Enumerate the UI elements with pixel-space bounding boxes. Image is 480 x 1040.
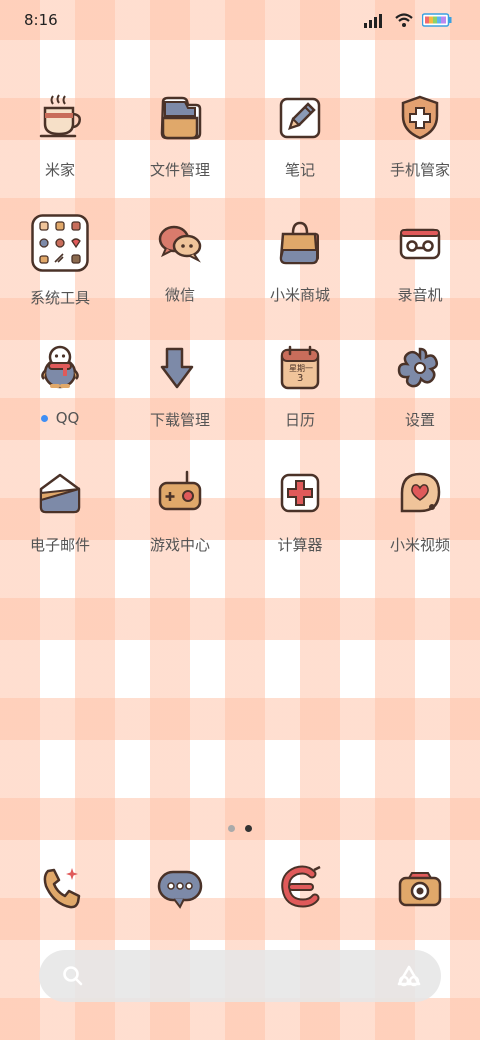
calculator-plus-icon bbox=[274, 467, 326, 519]
app-label: 微信 bbox=[164, 286, 195, 304]
app-label: 手机管家 bbox=[389, 161, 450, 179]
status-bar: 8:16 bbox=[0, 0, 480, 42]
penguin-icon bbox=[34, 342, 86, 394]
signal-icon bbox=[364, 14, 382, 28]
app-label: 录音机 bbox=[397, 286, 443, 304]
app-label: 电子邮件 bbox=[29, 536, 90, 554]
dock-camera[interactable] bbox=[360, 862, 480, 914]
app-game-center[interactable]: 游戏中心 bbox=[120, 467, 240, 592]
shopping-bag-icon bbox=[274, 217, 326, 269]
app-mi-store[interactable]: 小米商城 bbox=[240, 217, 360, 342]
app-email[interactable]: 电子邮件 bbox=[0, 467, 120, 592]
dock-messages[interactable] bbox=[120, 862, 240, 914]
camera-icon bbox=[394, 862, 446, 914]
messages-icon bbox=[154, 862, 206, 914]
calendar-icon: 星期一 3 bbox=[274, 342, 326, 394]
wifi-icon bbox=[395, 13, 413, 27]
app-label: 小米商城 bbox=[269, 286, 330, 304]
battery-icon bbox=[422, 13, 452, 27]
app-settings[interactable]: 设置 bbox=[360, 342, 480, 467]
teacup-icon bbox=[34, 92, 86, 144]
envelope-icon bbox=[34, 467, 86, 519]
app-label: 计算器 bbox=[277, 536, 323, 554]
app-calendar[interactable]: 星期一 3 日历 bbox=[240, 342, 360, 467]
app-label: 笔记 bbox=[284, 161, 315, 179]
download-arrow-icon bbox=[154, 342, 206, 394]
app-mi-video[interactable]: 小米视频 bbox=[360, 467, 480, 592]
dock-phone[interactable] bbox=[0, 862, 120, 914]
app-downloads[interactable]: 下载管理 bbox=[120, 342, 240, 467]
status-time: 8:16 bbox=[24, 11, 58, 29]
video-heart-icon bbox=[394, 467, 446, 519]
page-indicator bbox=[0, 825, 480, 832]
dock-browser[interactable] bbox=[240, 862, 360, 914]
browser-icon bbox=[274, 862, 326, 914]
app-notes[interactable]: 笔记 bbox=[240, 92, 360, 217]
app-label: 小米视频 bbox=[389, 536, 450, 554]
folder-system-tools[interactable]: 系统工具 bbox=[0, 214, 120, 342]
game-console-icon bbox=[154, 467, 206, 519]
system-tools-folder-icon bbox=[31, 214, 89, 272]
notes-pencil-icon bbox=[274, 92, 326, 144]
app-recorder[interactable]: 录音机 bbox=[360, 217, 480, 342]
shield-cross-icon bbox=[394, 92, 446, 144]
app-mijia[interactable]: 米家 bbox=[0, 92, 120, 217]
chat-bubbles-icon bbox=[154, 217, 206, 269]
folder-icon bbox=[154, 92, 206, 144]
search-icon bbox=[63, 966, 83, 986]
gear-flower-icon bbox=[394, 342, 446, 394]
app-qq[interactable]: QQ bbox=[0, 342, 120, 467]
search-bar[interactable] bbox=[39, 950, 441, 1002]
app-security[interactable]: 手机管家 bbox=[360, 92, 480, 217]
recorder-icon bbox=[394, 217, 446, 269]
app-grid: 米家 文件管理 笔记 手机管家 系统工具 微信 小米商城 录音机 QQ 下载管理… bbox=[0, 92, 480, 592]
app-label: 文件管理 bbox=[149, 161, 210, 179]
app-label: QQ bbox=[40, 409, 80, 427]
app-label: 设置 bbox=[404, 411, 435, 429]
phone-icon bbox=[34, 862, 86, 914]
calendar-day: 3 bbox=[297, 373, 304, 384]
dock bbox=[0, 862, 480, 914]
app-label: 系统工具 bbox=[29, 289, 90, 307]
page-dot-2-active[interactable] bbox=[245, 825, 252, 832]
new-install-dot bbox=[40, 414, 48, 422]
app-calculator[interactable]: 计算器 bbox=[240, 467, 360, 592]
app-label: 日历 bbox=[284, 411, 315, 429]
app-label-text: QQ bbox=[55, 409, 80, 427]
app-file-manager[interactable]: 文件管理 bbox=[120, 92, 240, 217]
app-wechat[interactable]: 微信 bbox=[120, 217, 240, 342]
app-label: 下载管理 bbox=[149, 411, 210, 429]
app-label: 米家 bbox=[44, 161, 75, 179]
app-label: 游戏中心 bbox=[149, 536, 210, 554]
assistant-icon[interactable] bbox=[395, 964, 423, 988]
page-dot-1[interactable] bbox=[228, 825, 235, 832]
